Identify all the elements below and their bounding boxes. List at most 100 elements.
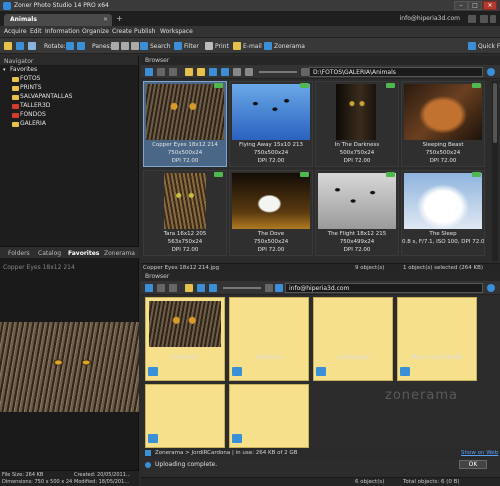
thumbnail-dpi: DPI 72.00	[171, 158, 199, 164]
album-folder[interactable]	[145, 297, 225, 381]
album-folder[interactable]	[229, 384, 309, 448]
account-email[interactable]: info@hiperia3d.com	[400, 15, 460, 22]
up-icon[interactable]	[169, 68, 177, 76]
search-icon[interactable]	[140, 42, 148, 50]
collapse-icon[interactable]: ▾	[3, 67, 6, 73]
thumbnail-name: In The Darkness	[334, 142, 380, 148]
thumbnail-item[interactable]: Sleeping Beast 750x500x24 DPI 72.00	[401, 81, 485, 167]
back-icon[interactable]	[145, 68, 153, 76]
album-folder[interactable]	[397, 297, 477, 381]
email-icon[interactable]	[233, 42, 241, 50]
quick-fix-icon[interactable]	[468, 42, 476, 50]
tree-item-fondos[interactable]: FONDOS	[0, 111, 139, 120]
thumbnail-item[interactable]: Flying Away 15x10 213 750x500x24 DPI 72.…	[229, 81, 313, 167]
quick-fix-button[interactable]: Quick Fix	[478, 43, 500, 50]
history-icon[interactable]	[301, 68, 309, 76]
browser-status-bar: Copper Eyes 18x12 214.jpg 9 object(s) 1 …	[141, 263, 500, 272]
menu-edit[interactable]: Edit	[30, 28, 42, 35]
tree-item-favorites[interactable]: ▾ Favorites	[0, 66, 139, 75]
tab-zonerama[interactable]: Zonerama	[104, 250, 135, 257]
thumbnail-item[interactable]: The Sleep 0.8 s, F/7.1, ISO 100, DPI 72.…	[401, 170, 485, 256]
thumbnails-icon[interactable]	[245, 68, 253, 76]
thumbnail-item[interactable]: The Dove 750x500x24 DPI 72.00	[229, 170, 313, 256]
view-mode-icon[interactable]	[209, 284, 217, 292]
zoom-slider[interactable]	[223, 287, 261, 289]
thumbnail-item[interactable]: The Flight 18x12 215 750x499x24 DPI 72.0…	[315, 170, 399, 256]
tab-folders[interactable]: Folders	[8, 250, 30, 257]
tree-item-salvapantallas[interactable]: SALVAPANTALLAS	[0, 93, 139, 102]
save-icon[interactable]	[16, 42, 24, 50]
new-folder-icon[interactable]	[185, 284, 193, 292]
upload-icon[interactable]	[197, 284, 205, 292]
browser-toolbar: info@hiperia3d.com	[141, 281, 500, 295]
tree-item-galeria[interactable]: GALERIA	[0, 120, 139, 129]
rotate-left-icon[interactable]	[66, 42, 74, 50]
refresh-icon[interactable]	[487, 68, 495, 76]
menu-publish[interactable]: Publish	[134, 28, 155, 35]
thumbnail-item[interactable]: Copper Eyes 18x12 214 750x500x24 DPI 72.…	[143, 81, 227, 167]
show-on-web-link[interactable]: Show on Web	[461, 450, 498, 456]
close-button[interactable]: ✕	[483, 1, 497, 10]
up-icon[interactable]	[169, 284, 177, 292]
album-folder[interactable]	[145, 384, 225, 448]
thumbnail-item[interactable]: In The Darkness 500x750x24 DPI 72.00	[315, 81, 399, 167]
new-tab-button[interactable]: +	[116, 15, 128, 24]
back-icon[interactable]	[145, 284, 153, 292]
menu-organize[interactable]: Organize	[82, 28, 109, 35]
tree-item-fotos[interactable]: FOTOS	[0, 75, 139, 84]
sort-icon[interactable]	[209, 68, 217, 76]
tree-item-taller3d[interactable]: TALLER3D	[0, 102, 139, 111]
filter-icon[interactable]	[174, 42, 182, 50]
settings-icon[interactable]	[468, 15, 476, 23]
thumbnail-scrollbar[interactable]	[492, 81, 498, 261]
help-icon[interactable]	[480, 15, 488, 23]
search-button[interactable]: Search	[150, 43, 171, 50]
maximize-button[interactable]: □	[468, 1, 482, 10]
pane-layout-3-icon[interactable]	[131, 42, 139, 50]
zonerama-address[interactable]: info@hiperia3d.com	[285, 283, 483, 293]
folder-icon[interactable]	[197, 68, 205, 76]
album-folder[interactable]	[313, 297, 393, 381]
email-button[interactable]: E-mail	[243, 43, 262, 50]
zonerama-path: Zonerama > JordiRCardona | in use: 264 K…	[155, 450, 298, 456]
rotate-right-icon[interactable]	[77, 42, 85, 50]
thumbnail-item[interactable]: Tara 16x12 205 563x750x24 DPI 72.00	[143, 170, 227, 256]
thumbnail-dims: 563x750x24	[167, 239, 203, 245]
details-icon[interactable]	[233, 68, 241, 76]
refresh-icon[interactable]	[487, 284, 495, 292]
pane-layout-1-icon[interactable]	[111, 42, 119, 50]
copy-icon[interactable]	[28, 42, 36, 50]
print-icon[interactable]	[205, 42, 213, 50]
forward-icon[interactable]	[157, 284, 165, 292]
close-tab-icon[interactable]: ✕	[103, 16, 108, 23]
edited-badge-icon	[300, 172, 309, 177]
history-icon[interactable]	[265, 284, 273, 292]
tab-catalog[interactable]: Catalog	[38, 250, 61, 257]
album-folder[interactable]	[229, 297, 309, 381]
menu-icon[interactable]	[490, 15, 496, 23]
folder-icon[interactable]	[4, 42, 12, 50]
pane-layout-2-icon[interactable]	[121, 42, 129, 50]
forward-icon[interactable]	[157, 68, 165, 76]
print-button[interactable]: Print	[215, 43, 229, 50]
zoom-slider[interactable]	[259, 71, 297, 73]
menu-acquire[interactable]: Acquire	[4, 28, 27, 35]
tab-animals[interactable]: Animals ✕	[4, 14, 112, 26]
tree-item-label: SALVAPANTALLAS	[20, 93, 73, 100]
scrollbar-thumb[interactable]	[493, 83, 497, 143]
ok-button[interactable]: OK	[459, 460, 487, 469]
zonerama-icon[interactable]	[264, 42, 272, 50]
menu-information[interactable]: Information	[45, 28, 80, 35]
new-folder-icon[interactable]	[185, 68, 193, 76]
filter-button[interactable]: Filter	[184, 43, 199, 50]
file-dimensions: Dimensions: 750 x 500 x 24	[2, 479, 73, 485]
minimize-button[interactable]: –	[454, 1, 468, 10]
menu-create[interactable]: Create	[112, 28, 132, 35]
tab-favorites[interactable]: Favorites	[68, 250, 99, 257]
path-bar[interactable]: D:\FOTOS\GALERIA\Animals	[309, 67, 483, 77]
thumbnail-dpi: DPI 72.00	[171, 247, 199, 253]
zonerama-button[interactable]: Zonerama	[274, 43, 305, 50]
view-mode-icon[interactable]	[221, 68, 229, 76]
menu-workspace[interactable]: Workspace	[160, 28, 193, 35]
tree-item-prints[interactable]: PRINTS	[0, 84, 139, 93]
